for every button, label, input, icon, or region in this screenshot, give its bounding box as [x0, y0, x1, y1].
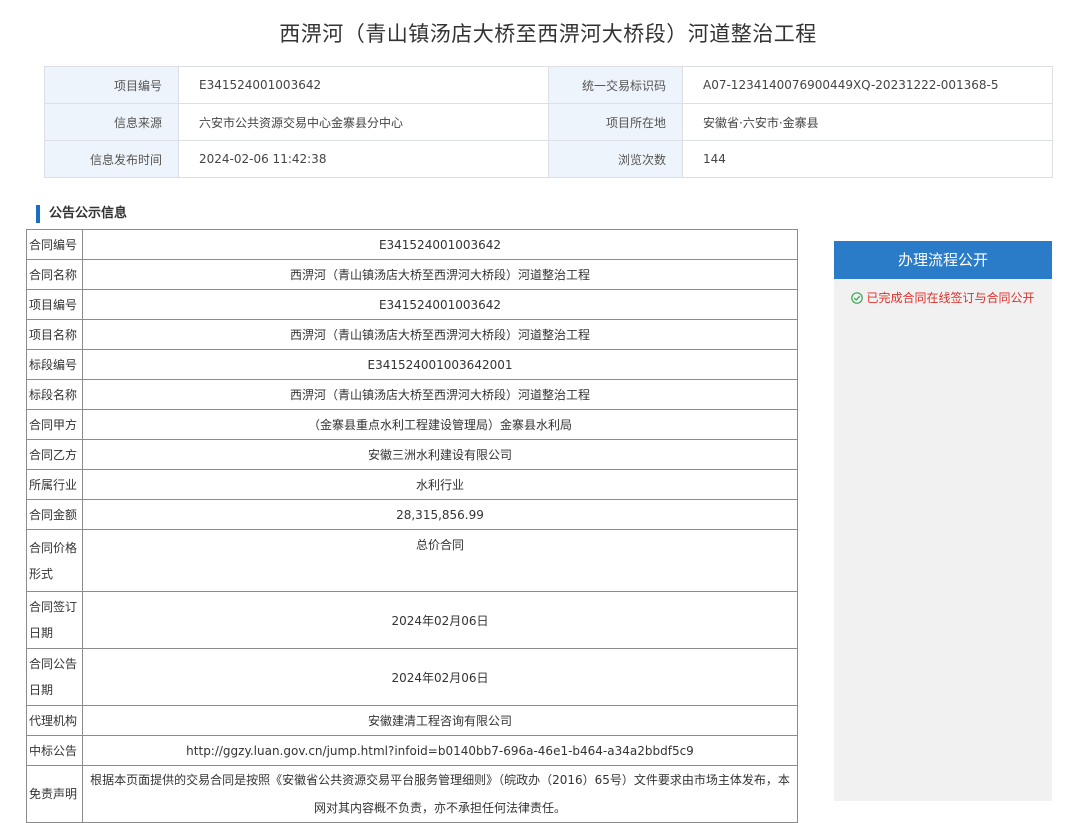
row-label: 合同公告日期 — [26, 648, 83, 706]
row-label: 所属行业 — [26, 469, 83, 500]
row-value: 安徽三洲水利建设有限公司 — [82, 439, 798, 470]
table-row: 代理机构 安徽建清工程咨询有限公司 — [26, 705, 798, 736]
info-value: 安徽省·六安市·金寨县 — [682, 103, 1053, 141]
table-row: 标段名称 西淠河（青山镇汤店大桥至西淠河大桥段）河道整治工程 — [26, 379, 798, 410]
info-value: A07-1234140076900449XQ-20231222-001368-5 — [682, 66, 1053, 104]
table-row: 合同公告日期 2024年02月06日 — [26, 648, 798, 706]
bid-notice-link[interactable]: http://ggzy.luan.gov.cn/jump.html?infoid… — [82, 735, 798, 766]
info-key: 项目所在地 — [548, 103, 683, 141]
row-label: 项目编号 — [26, 289, 83, 320]
info-key: 统一交易标识码 — [548, 66, 683, 104]
table-row: 合同金额 28,315,856.99 — [26, 499, 798, 530]
table-row: 合同价格形式 总价合同 — [26, 529, 798, 592]
process-panel: 办理流程公开 已完成合同在线签订与合同公开 — [834, 241, 1052, 801]
table-row: 免责声明 根据本页面提供的交易合同是按照《安徽省公共资源交易平台服务管理细则》（… — [26, 765, 798, 823]
row-label: 代理机构 — [26, 705, 83, 736]
info-key: 信息发布时间 — [44, 140, 179, 178]
row-label: 合同金额 — [26, 499, 83, 530]
section-title: 公告公示信息 — [36, 205, 127, 223]
table-row: 项目编号 E341524001003642 — [26, 289, 798, 320]
info-key: 项目编号 — [44, 66, 179, 104]
row-label: 合同编号 — [26, 229, 83, 260]
row-value: 2024年02月06日 — [82, 591, 798, 649]
info-row: 信息发布时间 2024-02-06 11:42:38 浏览次数 144 — [44, 140, 1053, 178]
row-value: 水利行业 — [82, 469, 798, 500]
info-value: E341524001003642 — [178, 66, 549, 104]
row-value: E341524001003642001 — [82, 349, 798, 380]
info-row: 信息来源 六安市公共资源交易中心金寨县分中心 项目所在地 安徽省·六安市·金寨县 — [44, 103, 1053, 141]
row-label: 中标公告 — [26, 735, 83, 766]
row-value: E341524001003642 — [82, 229, 798, 260]
process-step: 已完成合同在线签订与合同公开 — [834, 289, 1052, 306]
row-value: 西淠河（青山镇汤店大桥至西淠河大桥段）河道整治工程 — [82, 319, 798, 350]
disclaimer-text: 根据本页面提供的交易合同是按照《安徽省公共资源交易平台服务管理细则》（皖政办（2… — [82, 765, 798, 823]
process-step-label: 已完成合同在线签订与合同公开 — [866, 291, 1035, 305]
table-row: 合同签订日期 2024年02月06日 — [26, 591, 798, 649]
row-label: 项目名称 — [26, 319, 83, 350]
row-label: 标段名称 — [26, 379, 83, 410]
project-info-table: 项目编号 E341524001003642 统一交易标识码 A07-123414… — [44, 66, 1053, 178]
row-label: 合同乙方 — [26, 439, 83, 470]
row-value: 西淠河（青山镇汤店大桥至西淠河大桥段）河道整治工程 — [82, 379, 798, 410]
check-circle-icon — [851, 292, 864, 304]
table-row: 标段编号 E341524001003642001 — [26, 349, 798, 380]
row-label: 合同签订日期 — [26, 591, 83, 649]
table-row: 合同甲方 （金寨县重点水利工程建设管理局）金寨县水利局 — [26, 409, 798, 440]
process-panel-title: 办理流程公开 — [834, 241, 1052, 279]
info-value: 2024-02-06 11:42:38 — [178, 140, 549, 178]
row-value: E341524001003642 — [82, 289, 798, 320]
page-title: 西淠河（青山镇汤店大桥至西淠河大桥段）河道整治工程 — [279, 22, 817, 46]
notice-table: 合同编号 E341524001003642 合同名称 西淠河（青山镇汤店大桥至西… — [26, 229, 798, 823]
row-value: （金寨县重点水利工程建设管理局）金寨县水利局 — [82, 409, 798, 440]
row-label: 合同价格形式 — [26, 529, 83, 592]
row-value: 2024年02月06日 — [82, 648, 798, 706]
info-key: 信息来源 — [44, 103, 179, 141]
row-value: 总价合同 — [82, 529, 798, 592]
row-label: 合同甲方 — [26, 409, 83, 440]
table-row: 合同编号 E341524001003642 — [26, 229, 798, 260]
table-row: 中标公告 http://ggzy.luan.gov.cn/jump.html?i… — [26, 735, 798, 766]
row-label: 免责声明 — [26, 765, 83, 823]
table-row: 所属行业 水利行业 — [26, 469, 798, 500]
row-value: 28,315,856.99 — [82, 499, 798, 530]
info-row: 项目编号 E341524001003642 统一交易标识码 A07-123414… — [44, 66, 1053, 104]
row-value: 安徽建清工程咨询有限公司 — [82, 705, 798, 736]
info-value: 144 — [682, 140, 1053, 178]
row-value: 西淠河（青山镇汤店大桥至西淠河大桥段）河道整治工程 — [82, 259, 798, 290]
row-label: 标段编号 — [26, 349, 83, 380]
table-row: 合同名称 西淠河（青山镇汤店大桥至西淠河大桥段）河道整治工程 — [26, 259, 798, 290]
table-row: 项目名称 西淠河（青山镇汤店大桥至西淠河大桥段）河道整治工程 — [26, 319, 798, 350]
table-row: 合同乙方 安徽三洲水利建设有限公司 — [26, 439, 798, 470]
info-key: 浏览次数 — [548, 140, 683, 178]
info-value: 六安市公共资源交易中心金寨县分中心 — [178, 103, 549, 141]
row-label: 合同名称 — [26, 259, 83, 290]
